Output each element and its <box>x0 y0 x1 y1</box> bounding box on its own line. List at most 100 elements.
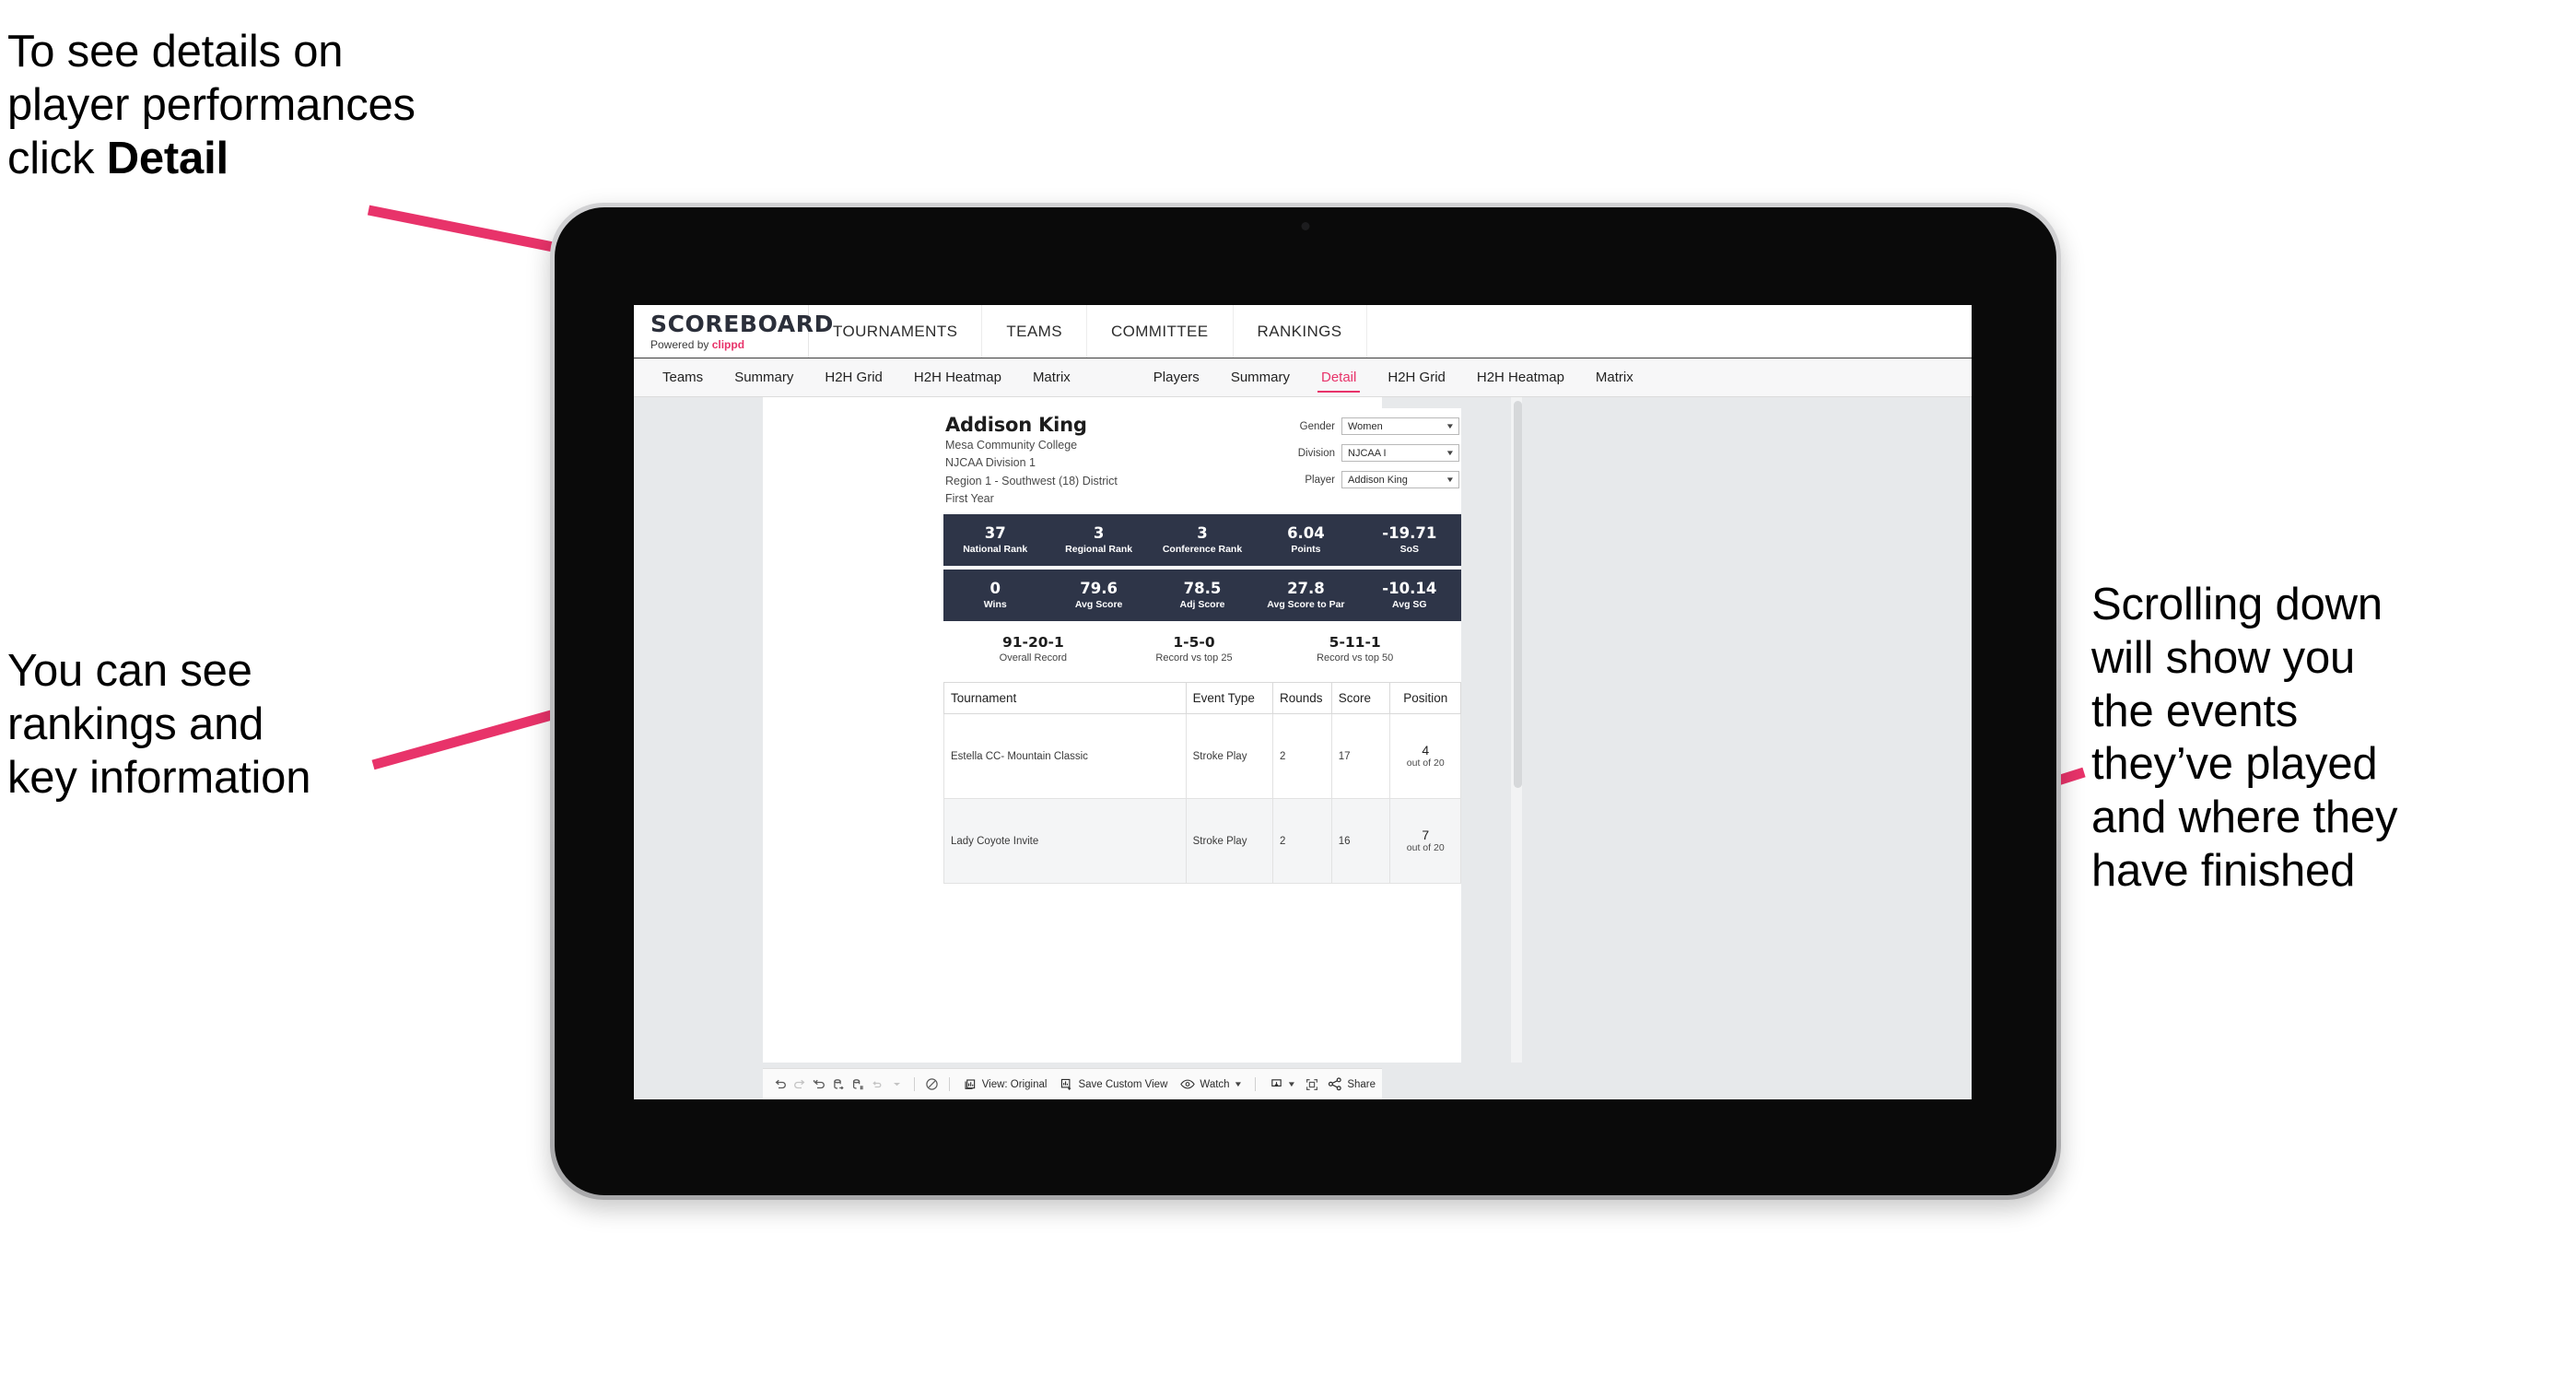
table-row[interactable]: Lady Coyote Invite Stroke Play 2 16 7 ou… <box>943 798 1461 884</box>
scrollbar-track[interactable] <box>1511 397 1522 1063</box>
undo-icon[interactable] <box>770 1072 790 1097</box>
cell-rounds: 2 <box>1271 713 1332 799</box>
toolbar-divider <box>1255 1077 1257 1091</box>
player-detail-content: Addison King Mesa Community College NJCA… <box>943 408 1461 1063</box>
tab-players-summary[interactable]: Summary <box>1215 358 1306 397</box>
nav-item-rankings[interactable]: RANKINGS <box>1234 305 1367 358</box>
stat-national-rank-label: National Rank <box>963 544 1028 556</box>
stat-avg-score-to-par-label: Avg Score to Par <box>1267 599 1345 611</box>
view-original-button[interactable]: View: Original <box>964 1077 1047 1091</box>
record-top50-label: Record vs top 50 <box>1317 652 1394 664</box>
pause-auto-update-icon[interactable] <box>868 1072 887 1097</box>
filter-player: Player Addison King ▼ <box>1279 471 1459 488</box>
stat-national-rank-value: 37 <box>984 523 1006 542</box>
redo-icon[interactable] <box>790 1072 809 1097</box>
col-rounds[interactable]: Rounds <box>1271 682 1332 714</box>
nav-item-committee[interactable]: COMMITTEE <box>1087 305 1234 358</box>
cell-position: 4 out of 20 <box>1389 713 1461 799</box>
fullscreen-icon[interactable] <box>1302 1072 1321 1097</box>
stat-avg-sg-value: -10.14 <box>1382 579 1437 597</box>
filter-division: Division NJCAA I ▼ <box>1279 444 1459 462</box>
stat-regional-rank: 3 Regional Rank <box>1047 523 1150 556</box>
filter-division-label: Division <box>1297 447 1335 459</box>
stat-adj-score-label: Adj Score <box>1179 599 1225 611</box>
stat-national-rank: 37 National Rank <box>943 523 1047 556</box>
cell-position-rank: 4 <box>1422 742 1430 758</box>
tab-players-h2h-heatmap[interactable]: H2H Heatmap <box>1461 358 1580 397</box>
pause-refresh-icon[interactable] <box>922 1072 942 1097</box>
stat-points-value: 6.04 <box>1287 523 1325 542</box>
annotation-line-3-bold: Detail <box>106 133 228 183</box>
save-custom-view-label: Save Custom View <box>1078 1078 1168 1090</box>
app-header: SCOREBOARD Powered by clippd TOURNAMENTS… <box>634 305 1972 358</box>
refresh-data-icon[interactable] <box>828 1072 848 1097</box>
top-navigation: TOURNAMENTS TEAMS COMMITTEE RANKINGS <box>809 305 1367 358</box>
chevron-down-icon: ▼ <box>1287 1080 1297 1088</box>
stat-avg-sg: -10.14 Avg SG <box>1358 579 1461 611</box>
chevron-down-icon[interactable] <box>887 1072 907 1097</box>
toolbar-divider <box>948 1077 950 1091</box>
nav-item-teams[interactable]: TEAMS <box>982 305 1087 358</box>
tablet-bezel: SCOREBOARD Powered by clippd TOURNAMENTS… <box>555 207 2056 1195</box>
player-name: Addison King <box>945 414 1087 436</box>
download-button[interactable]: ▼ <box>1270 1077 1297 1091</box>
col-tournament[interactable]: Tournament <box>943 682 1187 714</box>
share-button[interactable]: Share <box>1328 1077 1376 1091</box>
stat-conference-rank-value: 3 <box>1197 523 1208 542</box>
table-header-row: Tournament Event Type Rounds Score Posit… <box>943 682 1461 714</box>
annotation-line-3-prefix: click <box>7 133 107 183</box>
annotation-line-1: To see details on <box>7 27 344 76</box>
save-custom-view-button[interactable]: Save Custom View <box>1060 1077 1167 1091</box>
pause-updates-icon[interactable] <box>849 1072 868 1097</box>
tab-teams[interactable]: Teams <box>647 358 719 397</box>
watch-label: Watch <box>1200 1078 1230 1090</box>
record-top50-value: 5-11-1 <box>1329 634 1381 651</box>
player-region: Region 1 - Southwest (18) District <box>945 474 1118 487</box>
tab-players[interactable]: Players <box>1138 358 1215 397</box>
powered-by-text: Powered by <box>650 337 712 351</box>
player-identity: Addison King Mesa Community College NJCA… <box>945 414 1279 507</box>
brand-logo[interactable]: SCOREBOARD Powered by clippd <box>634 305 833 358</box>
filter-division-select[interactable]: NJCAA I ▼ <box>1341 444 1459 462</box>
col-score[interactable]: Score <box>1330 682 1391 714</box>
tab-players-h2h-grid[interactable]: H2H Grid <box>1372 358 1461 397</box>
clippd-brand: clippd <box>711 337 745 351</box>
player-school: Mesa Community College <box>945 439 1078 452</box>
record-overall: 91-20-1 Overall Record <box>953 634 1114 664</box>
filter-gender-label: Gender <box>1299 420 1335 432</box>
cell-position-outof: out of 20 <box>1406 758 1445 769</box>
stat-sos: -19.71 SoS <box>1358 524 1461 556</box>
stats-row-rankings: 37 National Rank 3 Regional Rank 3 Confe… <box>943 514 1461 566</box>
share-label: Share <box>1347 1078 1376 1090</box>
tableau-toolbar: View: Original Save Custom View Watch ▼ <box>763 1068 1382 1099</box>
tab-teams-matrix[interactable]: Matrix <box>1017 358 1086 397</box>
cell-position-outof: out of 20 <box>1406 842 1445 854</box>
screenshot-stage: To see details on player performances clic… <box>0 0 2576 1386</box>
watch-button[interactable]: Watch ▼ <box>1180 1078 1243 1090</box>
nav-item-tournaments[interactable]: TOURNAMENTS <box>809 305 983 358</box>
table-row[interactable]: Estella CC- Mountain Classic Stroke Play… <box>943 713 1461 799</box>
dashboard-canvas: Addison King Mesa Community College NJCA… <box>634 397 1972 1099</box>
cell-rounds: 2 <box>1271 798 1332 884</box>
revert-icon[interactable] <box>809 1072 828 1097</box>
player-division: NJCAA Division 1 <box>945 456 1036 470</box>
cell-score: 17 <box>1330 713 1391 799</box>
record-top50: 5-11-1 Record vs top 50 <box>1274 634 1435 664</box>
tablet-screen: SCOREBOARD Powered by clippd TOURNAMENTS… <box>634 305 1972 1099</box>
tab-teams-summary[interactable]: Summary <box>719 358 809 397</box>
stat-adj-score: 78.5 Adj Score <box>1151 580 1254 611</box>
tab-players-detail[interactable]: Detail <box>1306 358 1372 397</box>
tab-teams-h2h-grid[interactable]: H2H Grid <box>809 358 898 397</box>
col-event-type[interactable]: Event Type <box>1185 682 1273 714</box>
dashboard-sheet: Addison King Mesa Community College NJCA… <box>763 397 1522 1063</box>
filter-gender-select[interactable]: Women ▼ <box>1341 417 1459 435</box>
tab-players-matrix[interactable]: Matrix <box>1580 358 1649 397</box>
col-position[interactable]: Position <box>1389 682 1461 714</box>
scrollbar-thumb[interactable] <box>1514 401 1522 788</box>
stats-row-scoring: 0 Wins 79.6 Avg Score 78.5 Adj Score 27.… <box>943 570 1461 621</box>
stat-regional-rank-value: 3 <box>1093 523 1105 542</box>
annotation-line-2: player performances <box>7 79 416 130</box>
tab-teams-h2h-heatmap[interactable]: H2H Heatmap <box>898 358 1017 397</box>
filter-player-select[interactable]: Addison King ▼ <box>1341 471 1459 488</box>
filter-player-label: Player <box>1305 474 1335 486</box>
